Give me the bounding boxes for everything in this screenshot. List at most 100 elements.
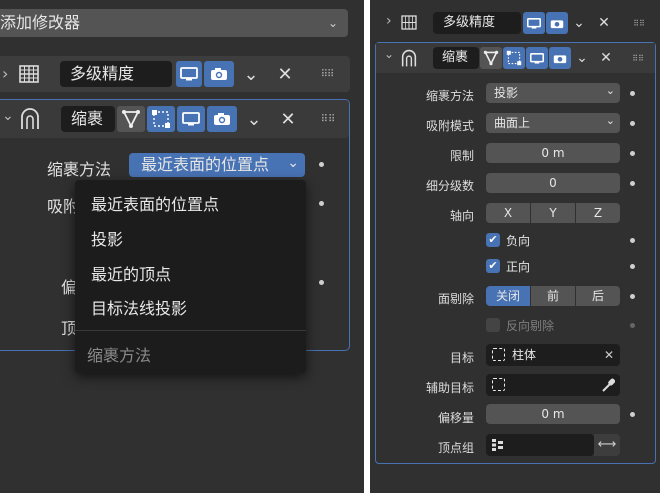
keyframe-dot[interactable] [630,294,635,299]
keyframe-dot[interactable] [630,264,635,269]
monitor-icon[interactable] [523,12,545,34]
on-cage-icon[interactable] [503,47,525,69]
limit-field[interactable]: 0 m [486,143,620,163]
clear-icon[interactable]: ✕ [604,344,614,366]
cull-label: 面剔除 [437,292,474,306]
chevron-down-icon[interactable]: ⌄ [240,62,262,86]
wrap-method-menu: 最近表面的位置点 投影 最近的顶点 目标法线投影 缩裹方法 [75,180,306,373]
expand-chevron-icon[interactable]: › [386,13,392,29]
shrinkwrap-name-field[interactable]: 缩裹 [433,47,479,69]
multires-header[interactable]: › 多级精度 ⌄ ✕ ⠿⠿ [0,56,350,92]
cull-back-button[interactable]: 后 [576,286,620,306]
keyframe-dot[interactable] [319,280,324,285]
eyedropper-icon[interactable] [601,377,615,393]
multires-header[interactable]: › 多级精度 ⌄ ✕ ⠿⠿ [370,8,660,38]
shrinkwrap-name-field[interactable]: 缩裹 [61,106,115,132]
menu-item-target-normal-project[interactable]: 目标法线投影 [91,295,187,319]
close-icon[interactable]: ✕ [598,48,614,68]
shrinkwrap-header[interactable]: ⌄ 缩裹 ⌄ ✕ ⠿⠿ [0,100,349,138]
multires-name-field[interactable]: 多级精度 [433,12,521,34]
menu-divider [75,330,306,331]
axis-x-button[interactable]: X [486,203,530,223]
wrap-method-label: 缩裹方法 [47,160,112,179]
cull-off-button[interactable]: 关闭 [486,286,530,306]
edit-mode-icon[interactable] [480,47,502,69]
camera-icon[interactable] [549,47,571,69]
positive-label: 正向 [506,260,531,274]
subdiv-field[interactable]: 0 [486,173,620,193]
offset-label: 偏移量 [437,411,474,425]
chevron-down-icon: ⌄ [605,84,615,97]
snap-mode-dropdown[interactable]: 曲面上 ⌄ [486,113,620,133]
keyframe-dot[interactable] [630,181,635,186]
target-field[interactable]: 柱体 ✕ [486,344,620,366]
keyframe-dot [630,323,635,328]
camera-icon[interactable] [204,61,234,87]
vgroup-label: 顶点组 [437,441,474,455]
menu-item-project[interactable]: 投影 [91,226,123,250]
chevron-down-icon: ⌄ [605,114,615,127]
vgroup-field[interactable] [486,434,594,456]
keyframe-dot[interactable] [630,412,635,417]
chevron-down-icon[interactable]: ⌄ [571,13,587,33]
shrinkwrap-icon [401,49,417,67]
monitor-icon[interactable] [177,106,205,132]
axis-label: 轴向 [449,209,474,223]
drag-handle-icon[interactable]: ⠿⠿ [630,15,648,31]
expand-chevron-icon[interactable]: › [2,64,8,83]
vertex-group-icon [492,439,503,451]
object-icon [492,348,505,361]
keyframe-dot[interactable] [630,238,635,243]
axis-z-button[interactable]: Z [576,203,620,223]
axis-y-button[interactable]: Y [531,203,575,223]
keyframe-dot[interactable] [319,162,324,167]
aux-target-field[interactable] [486,374,620,396]
keyframe-dot[interactable] [630,91,635,96]
close-icon[interactable]: ✕ [277,106,299,132]
negative-checkbox[interactable]: ✔ [486,233,500,247]
invert-vgroup-button[interactable]: ⟷ [594,434,620,456]
wrap-method-value: 最近表面的位置点 [141,155,270,174]
cull-front-button[interactable]: 前 [531,286,575,306]
drag-handle-icon[interactable]: ⠿⠿ [316,64,338,84]
snap-mode-label: 吸附模式 [425,119,474,133]
menu-item-nearest-surface[interactable]: 最近表面的位置点 [91,191,219,215]
add-modifier-label: 添加修改器 [0,13,81,32]
chevron-down-icon: ⌄ [287,155,299,171]
collapse-chevron-icon[interactable]: ⌄ [384,47,394,61]
wrap-method-dropdown[interactable]: 最近表面的位置点 ⌄ [129,153,305,177]
camera-icon[interactable] [546,12,568,34]
close-icon[interactable]: ✕ [274,61,296,87]
multires-name-field[interactable]: 多级精度 [60,61,172,87]
drag-handle-icon[interactable]: ⠿⠿ [629,50,647,66]
drag-handle-icon[interactable]: ⠿⠿ [317,109,339,129]
collapse-chevron-icon[interactable]: ⌄ [2,108,14,124]
checkmark-icon: ✔ [488,259,498,272]
keyframe-dot[interactable] [630,121,635,126]
chevron-down-icon: ⌄ [327,16,338,30]
shrinkwrap-header[interactable]: ⌄ 缩裹 ⌄ ✕ ⠿⠿ [376,43,655,73]
monitor-icon[interactable] [176,61,202,87]
left-panel: 添加修改器 ⌄ › 多级精度 ⌄ ✕ ⠿⠿ ⌄ 缩裹 ⌄ ✕ ⠿⠿ 缩裹方法 最… [0,0,364,493]
add-modifier-dropdown[interactable]: 添加修改器 ⌄ [0,9,348,37]
chevron-down-icon[interactable]: ⌄ [574,48,590,68]
offset-field[interactable]: 0 m [486,404,620,424]
camera-icon[interactable] [207,106,237,132]
on-cage-icon[interactable] [147,106,175,132]
keyframe-dot[interactable] [630,151,635,156]
limit-label: 限制 [449,149,474,163]
menu-item-nearest-vertex[interactable]: 最近的顶点 [91,261,171,285]
chevron-down-icon[interactable]: ⌄ [243,107,265,131]
wrap-method-dropdown[interactable]: 投影 ⌄ [486,83,620,103]
checkmark-icon: ✔ [488,233,498,246]
monitor-icon[interactable] [526,47,548,69]
keyframe-dot[interactable] [319,201,324,206]
snap-mode-value: 曲面上 [494,116,531,130]
edit-mode-icon[interactable] [117,106,145,132]
close-icon[interactable]: ✕ [596,13,612,33]
multires-icon [19,65,39,83]
invert-cull-checkbox[interactable] [486,318,500,332]
wrap-method-label: 缩裹方法 [425,89,474,103]
panel-gap [364,0,370,493]
positive-checkbox[interactable]: ✔ [486,259,500,273]
